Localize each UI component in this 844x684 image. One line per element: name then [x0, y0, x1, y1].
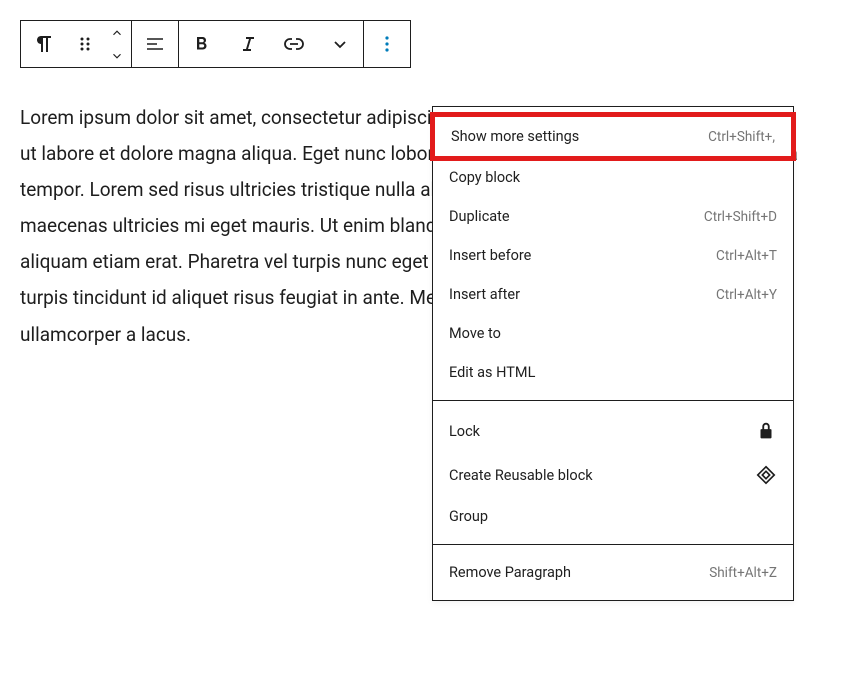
drag-handle-button[interactable] — [67, 21, 103, 67]
menu-edit-as-html[interactable]: Edit as HTML — [433, 353, 793, 392]
menu-item-label: Lock — [449, 423, 480, 440]
move-down-button[interactable] — [110, 44, 124, 67]
menu-copy-block[interactable]: Copy block — [433, 158, 793, 197]
link-icon — [282, 32, 306, 56]
menu-item-label: Insert after — [449, 286, 520, 303]
menu-item-shortcut: Ctrl+Alt+Y — [716, 287, 777, 303]
chevron-down-icon — [110, 49, 124, 63]
toolbar-group-format — [179, 21, 364, 67]
align-button[interactable] — [132, 21, 178, 67]
more-options-button[interactable] — [364, 21, 410, 67]
lock-icon — [755, 420, 777, 442]
menu-section-2: Lock Create Reusable block Group — [433, 401, 793, 545]
menu-create-reusable-block[interactable]: Create Reusable block — [433, 453, 793, 497]
link-button[interactable] — [271, 21, 317, 67]
menu-insert-before[interactable]: Insert before Ctrl+Alt+T — [433, 236, 793, 275]
menu-item-label: Edit as HTML — [449, 364, 535, 381]
bold-icon — [190, 32, 214, 56]
toolbar-group-more — [364, 21, 410, 67]
italic-icon — [236, 32, 260, 56]
menu-remove-paragraph[interactable]: Remove Paragraph Shift+Alt+Z — [433, 553, 793, 592]
menu-item-shortcut: Ctrl+Shift+, — [708, 129, 775, 145]
menu-item-shortcut: Ctrl+Alt+T — [716, 248, 777, 264]
menu-group[interactable]: Group — [433, 497, 793, 536]
align-left-icon — [143, 32, 167, 56]
menu-item-shortcut: Ctrl+Shift+D — [704, 209, 777, 225]
move-up-button[interactable] — [110, 21, 124, 44]
paragraph-icon — [32, 32, 56, 56]
more-format-button[interactable] — [317, 21, 363, 67]
block-toolbar — [20, 20, 411, 68]
menu-insert-after[interactable]: Insert after Ctrl+Alt+Y — [433, 275, 793, 314]
menu-show-more-settings[interactable]: Show more settings Ctrl+Shift+, — [435, 117, 791, 156]
menu-item-label: Remove Paragraph — [449, 564, 571, 581]
menu-lock[interactable]: Lock — [433, 409, 793, 453]
menu-item-label: Duplicate — [449, 208, 510, 225]
menu-item-label: Insert before — [449, 247, 531, 264]
bold-button[interactable] — [179, 21, 225, 67]
chevron-down-icon — [328, 32, 352, 56]
highlighted-item: Show more settings Ctrl+Shift+, — [430, 112, 796, 161]
menu-item-shortcut: Shift+Alt+Z — [709, 565, 777, 581]
more-vertical-icon — [375, 32, 399, 56]
reusable-icon — [755, 464, 777, 486]
paragraph-block-button[interactable] — [21, 21, 67, 67]
toolbar-group-align — [132, 21, 179, 67]
menu-item-label: Group — [449, 508, 488, 525]
chevron-up-icon — [110, 26, 124, 40]
drag-icon — [73, 32, 97, 56]
menu-section-3: Remove Paragraph Shift+Alt+Z — [433, 545, 793, 600]
block-options-dropdown: Show more settings Ctrl+Shift+, Copy blo… — [432, 106, 794, 601]
menu-item-label: Copy block — [449, 169, 520, 186]
toolbar-group-block — [21, 21, 132, 67]
menu-section-1: Show more settings Ctrl+Shift+, Copy blo… — [433, 107, 793, 401]
menu-item-label: Create Reusable block — [449, 467, 593, 484]
italic-button[interactable] — [225, 21, 271, 67]
menu-item-label: Show more settings — [451, 128, 579, 145]
menu-item-label: Move to — [449, 325, 501, 342]
menu-duplicate[interactable]: Duplicate Ctrl+Shift+D — [433, 197, 793, 236]
menu-move-to[interactable]: Move to — [433, 314, 793, 353]
move-buttons — [103, 21, 131, 67]
